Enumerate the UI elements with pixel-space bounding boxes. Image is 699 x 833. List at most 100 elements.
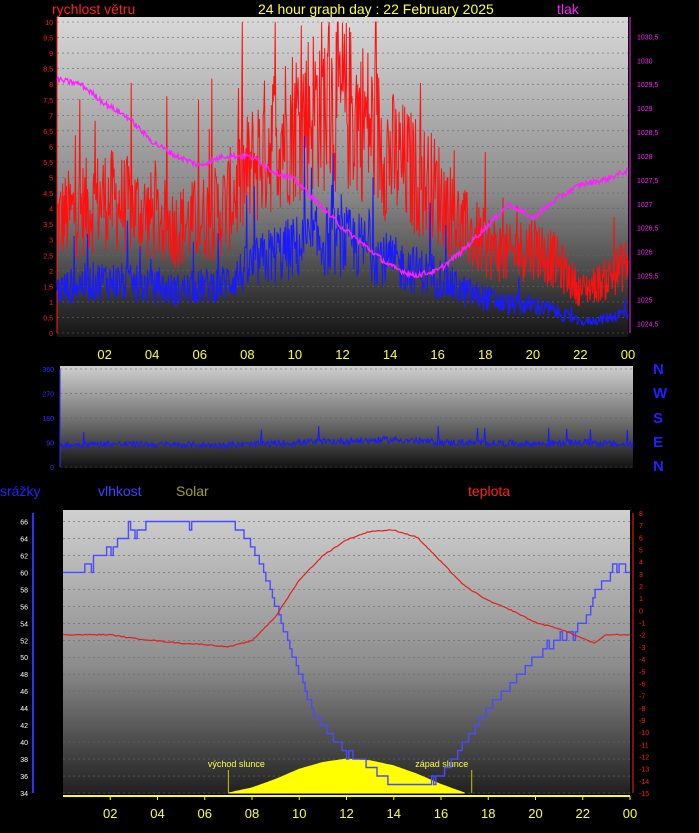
hour-tick-label: 12 <box>335 347 349 362</box>
humidity-tick-label: 56 <box>20 604 28 611</box>
humidity-tick-label: 60 <box>20 570 28 577</box>
compass-s: S <box>653 410 664 427</box>
wind-tick-label: 4,5 <box>43 191 53 198</box>
wind-tick-label: 1,5 <box>43 284 53 291</box>
wind-tick-label: 9 <box>49 51 53 58</box>
temperature-tick-label: -12 <box>639 754 649 761</box>
hour-tick-label: 02 <box>97 347 111 362</box>
temperature-tick-label: 8 <box>639 511 643 518</box>
temperature-tick-label: 3 <box>639 572 643 579</box>
humidity-tick-label: 66 <box>20 519 28 526</box>
humidity-tick-label: 62 <box>20 553 28 560</box>
humidity-tick-label: 46 <box>20 689 28 696</box>
temperature-tick-label: 5 <box>639 548 643 555</box>
temperature-tick-label: 6 <box>639 535 643 542</box>
compass-e: E <box>653 434 664 451</box>
hour-tick-label: 04 <box>150 806 164 821</box>
temperature-tick-label: -5 <box>639 669 645 676</box>
hour-tick-label: 06 <box>193 347 207 362</box>
temperature-tick-label: -7 <box>639 694 645 701</box>
temperature-tick-label: -6 <box>639 681 645 688</box>
temperature-tick-label: -15 <box>639 791 649 798</box>
humidity-tick-label: 48 <box>20 672 28 679</box>
direction-tick-label: 180 <box>42 416 54 423</box>
humidity-tick-label: 50 <box>20 655 28 662</box>
direction-tick-label: 90 <box>46 441 54 448</box>
wind-tick-label: 8,5 <box>43 67 53 74</box>
pressure-tick-label: 1028 <box>637 154 653 161</box>
humidity-tick-label: 40 <box>20 740 28 747</box>
temperature-label: teplota <box>468 483 511 499</box>
temperature-tick-label: -13 <box>639 767 649 774</box>
temperature-tick-label: -10 <box>639 730 649 737</box>
humidity-label: vlhkost <box>98 483 142 499</box>
wind-tick-label: 6,5 <box>43 129 53 136</box>
rain-label: srážky <box>0 483 41 499</box>
direction-tick-label: 360 <box>42 367 54 374</box>
hour-tick-label: 22 <box>573 347 587 362</box>
compass-n-top: N <box>653 361 664 378</box>
wind-tick-label: 3 <box>49 238 53 245</box>
wind-tick-label: 1 <box>49 300 53 307</box>
wind-tick-label: 3,5 <box>43 222 53 229</box>
wind-tick-label: 8 <box>49 82 53 89</box>
wind-tick-label: 9,5 <box>43 36 53 43</box>
humidity-tick-label: 64 <box>20 536 28 543</box>
pressure-tick-label: 1024,5 <box>637 321 659 328</box>
solar-label: Solar <box>176 483 209 499</box>
humidity-tick-label: 44 <box>20 706 28 713</box>
humidity-tick-label: 54 <box>20 621 28 628</box>
temperature-tick-label: -3 <box>639 645 645 652</box>
temperature-tick-label: -8 <box>639 706 645 713</box>
hour-tick-label: 08 <box>245 806 259 821</box>
pressure-tick-label: 1026 <box>637 250 653 257</box>
temperature-tick-label: -2 <box>639 633 645 640</box>
wind-tick-label: 2,5 <box>43 253 53 260</box>
sunrise-label: východ slunce <box>208 759 265 769</box>
temperature-tick-label: 7 <box>639 523 643 530</box>
temperature-tick-label: -4 <box>639 657 645 664</box>
hour-tick-label: 00 <box>621 347 635 362</box>
humidity-tick-label: 58 <box>20 587 28 594</box>
hour-tick-label: 12 <box>339 806 353 821</box>
wind-tick-label: 5,5 <box>43 160 53 167</box>
wind-tick-label: 7,5 <box>43 98 53 105</box>
direction-plot-area <box>60 366 633 468</box>
wind-tick-label: 7 <box>49 113 53 120</box>
wind-tick-label: 0,5 <box>43 315 53 322</box>
pressure-tick-label: 1030 <box>637 58 653 65</box>
hour-tick-label: 02 <box>103 806 117 821</box>
pressure-tick-label: 1029,5 <box>637 82 659 89</box>
humidity-tick-label: 38 <box>20 757 28 764</box>
pressure-tick-label: 1027,5 <box>637 178 659 185</box>
hour-tick-label: 08 <box>240 347 254 362</box>
pressure-tick-label: 1025 <box>637 298 653 305</box>
humidity-tick-label: 36 <box>20 774 28 781</box>
pressure-tick-label: 1026,5 <box>637 226 659 233</box>
temperature-tick-label: -9 <box>639 718 645 725</box>
temperature-tick-label: 2 <box>639 584 643 591</box>
compass-w: W <box>653 385 668 402</box>
hour-tick-label: 18 <box>478 347 492 362</box>
hour-tick-label: 16 <box>434 806 448 821</box>
weather-chart-canvas: 0 0,5 1 1,5 2 2,5 3 3,5 4 4,5 5 5,5 6 6,5 7 7,5 8 8,5 9 9,5… <box>20 17 659 821</box>
hour-tick-label: 20 <box>528 806 542 821</box>
temperature-tick-label: -11 <box>639 742 649 749</box>
wind-speed-label: rychlost větru <box>52 1 136 17</box>
compass-n-bottom: N <box>653 458 664 475</box>
humidity-tick-label: 52 <box>20 638 28 645</box>
hour-tick-label: 00 <box>623 806 637 821</box>
pressure-tick-label: 1027 <box>637 202 653 209</box>
wind-tick-label: 2 <box>49 269 53 276</box>
temperature-tick-label: 4 <box>639 560 643 567</box>
wind-tick-label: 4 <box>49 207 53 214</box>
hour-tick-label: 14 <box>383 347 397 362</box>
pressure-tick-label: 1025,5 <box>637 274 659 281</box>
temperature-tick-label: -14 <box>639 779 649 786</box>
wind-tick-label: 5 <box>49 176 53 183</box>
wind-tick-label: 0 <box>49 331 53 338</box>
hour-tick-label: 10 <box>292 806 306 821</box>
humidity-tick-label: 34 <box>20 791 28 798</box>
direction-tick-label: 270 <box>42 392 54 399</box>
direction-tick-label: 0 <box>50 465 54 472</box>
